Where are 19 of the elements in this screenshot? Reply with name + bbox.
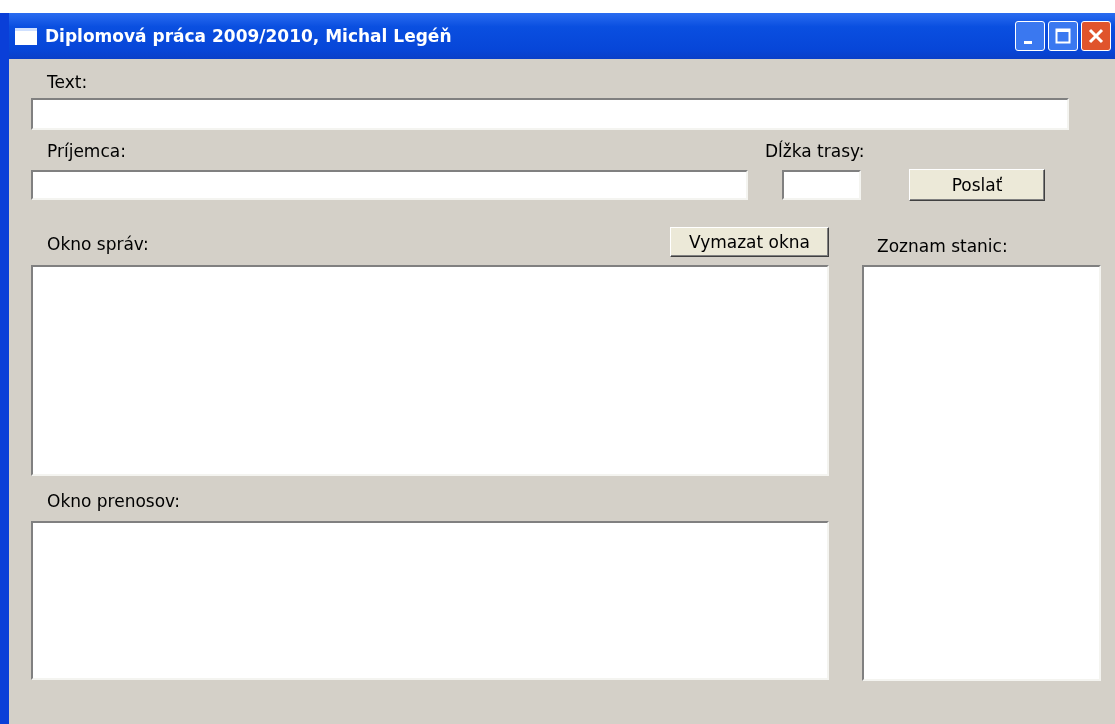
field-label: Dĺžka trasy:: [765, 140, 866, 162]
minimize-button[interactable]: [1015, 21, 1045, 51]
minimize-icon: [1024, 40, 1032, 44]
clear-button[interactable]: Vymazat okna: [670, 227, 829, 257]
pane-label: Zoznam stanic:: [877, 235, 1009, 257]
window-icon: [15, 27, 37, 45]
pane-label: Okno prenosov:: [47, 490, 181, 512]
maximize-icon: [1055, 28, 1071, 44]
route-length-field[interactable]: [782, 170, 861, 200]
close-icon: [1088, 28, 1104, 44]
text-field[interactable]: [31, 98, 1069, 130]
field-label: Príjemca:: [47, 140, 127, 162]
recipient-field[interactable]: [31, 170, 748, 200]
pane-label: Okno správ:: [47, 233, 149, 255]
field-label: Text:: [47, 71, 89, 93]
maximize-button[interactable]: [1048, 21, 1078, 51]
close-button[interactable]: [1081, 21, 1111, 51]
send-button[interactable]: Poslať: [909, 169, 1045, 201]
window-title: Diplomová práca 2009/2010, Michal Legéň: [45, 26, 453, 46]
